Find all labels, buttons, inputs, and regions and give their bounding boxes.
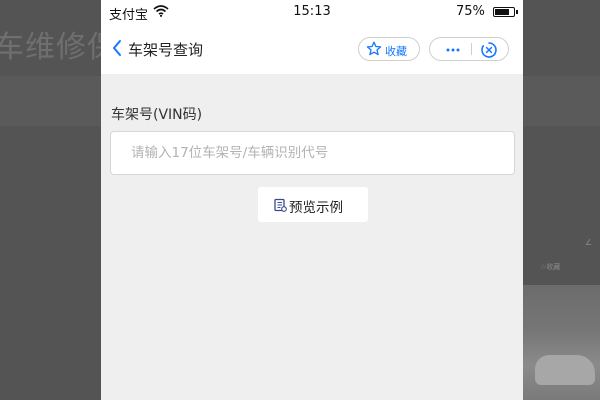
favorite-button[interactable]: 收藏: [358, 37, 420, 61]
document-icon: [274, 198, 287, 212]
background-favorite-text: ☆收藏: [540, 263, 561, 271]
page-title: 车架号查询: [128, 41, 204, 59]
capsule-divider: [471, 43, 472, 55]
vin-input[interactable]: [110, 131, 515, 175]
background-car-shape: [535, 355, 595, 385]
back-chevron-icon[interactable]: [110, 38, 124, 58]
preview-example-label: 预览示例: [289, 200, 343, 216]
battery-icon: [493, 7, 518, 17]
battery-percentage: 75%: [456, 4, 485, 19]
navigation-bar: 车架号查询 收藏: [101, 24, 523, 74]
phone-screen: 支付宝 15:13 75% 车架号查询 收藏 车架号(VIN码) 请输入17位车…: [101, 0, 523, 400]
status-bar: 支付宝 15:13 75%: [101, 0, 523, 24]
background-edge-text: ∠: [585, 238, 593, 247]
favorite-label: 收藏: [385, 45, 407, 58]
miniapp-capsule: [429, 37, 509, 61]
main-content: 车架号(VIN码) 预览示例: [101, 74, 523, 400]
more-options-icon[interactable]: [440, 42, 466, 58]
preview-example-button[interactable]: 预览示例: [258, 187, 368, 222]
close-miniapp-icon[interactable]: [479, 40, 499, 60]
star-icon: [366, 41, 382, 56]
vin-field-label: 车架号(VIN码): [111, 107, 203, 123]
